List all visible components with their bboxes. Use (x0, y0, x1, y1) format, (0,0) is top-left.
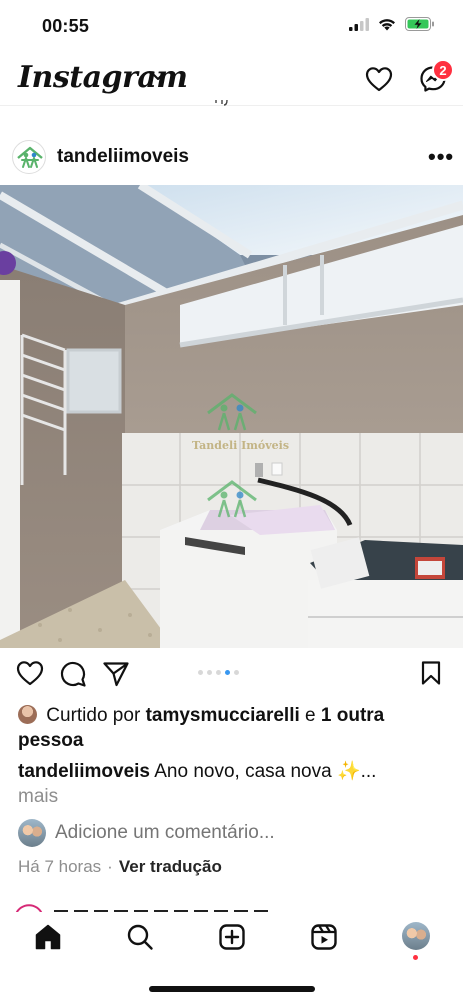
post-meta: Há 7 horas · Ver tradução (18, 857, 222, 877)
share-icon[interactable] (102, 660, 130, 688)
post-header: tandeliimoveis ••• (0, 138, 463, 176)
profile-avatar[interactable] (402, 922, 430, 950)
laundry-room-photo (0, 185, 463, 648)
heart-icon[interactable] (365, 66, 393, 92)
stories-peek (215, 100, 228, 106)
notification-badge: 2 (432, 59, 454, 81)
wifi-icon (379, 18, 395, 30)
home-indicator (149, 986, 315, 992)
post-avatar[interactable] (12, 140, 46, 174)
battery-charging-icon (405, 17, 434, 31)
status-bar: 00:55 (0, 0, 463, 52)
carousel-dot (207, 670, 212, 675)
caption-text: Ano novo, casa nova ✨... (154, 761, 377, 782)
tandeli-logo-icon (17, 146, 43, 168)
post-actions (0, 658, 463, 690)
caption-username[interactable]: tandeliimoveis (18, 761, 150, 782)
cellular-signal-icon (349, 17, 369, 31)
search-icon[interactable] (126, 923, 154, 951)
chevron-down-icon[interactable] (151, 72, 165, 82)
more-options-icon[interactable]: ••• (428, 144, 454, 170)
save-icon[interactable] (420, 660, 442, 686)
new-post-icon[interactable] (218, 923, 246, 951)
likes-user[interactable]: tamysmucciarelli (146, 705, 300, 726)
post-image[interactable]: Tandeli Imóveis (0, 185, 463, 648)
carousel-indicator (198, 670, 239, 675)
current-user-avatar (18, 819, 46, 847)
post-time: Há 7 horas (18, 857, 102, 876)
carousel-dot (198, 670, 203, 675)
profile-notification-dot (413, 955, 418, 960)
reels-icon[interactable] (310, 923, 338, 951)
app-header: Instagram 2 (0, 52, 463, 106)
bottom-nav (0, 912, 463, 1000)
post-username[interactable]: tandeliimoveis (57, 146, 189, 168)
carousel-dot (216, 670, 221, 675)
watermark-text: Tandeli Imóveis (192, 439, 290, 452)
comment-icon[interactable] (59, 660, 87, 688)
add-comment-row (18, 818, 448, 848)
home-icon[interactable] (34, 923, 62, 951)
liker-avatar (18, 705, 37, 724)
likes-prefix: Curtido por (46, 705, 141, 726)
heart-icon[interactable] (16, 660, 44, 686)
carousel-dot-active (225, 670, 230, 675)
meta-separator: · (107, 857, 113, 876)
carousel-dot (234, 670, 239, 675)
likes-conjunction: e (305, 705, 316, 726)
likes-summary[interactable]: Curtido por tamysmucciarelli e 1 outra p… (18, 703, 448, 753)
comment-input[interactable] (55, 822, 435, 844)
status-time: 00:55 (42, 16, 90, 36)
translate-link[interactable]: Ver tradução (119, 857, 222, 876)
status-icons (349, 17, 435, 31)
post-caption: tandeliimoveis Ano novo, casa nova ✨... … (18, 759, 448, 809)
caption-more-link[interactable]: mais (18, 784, 448, 809)
